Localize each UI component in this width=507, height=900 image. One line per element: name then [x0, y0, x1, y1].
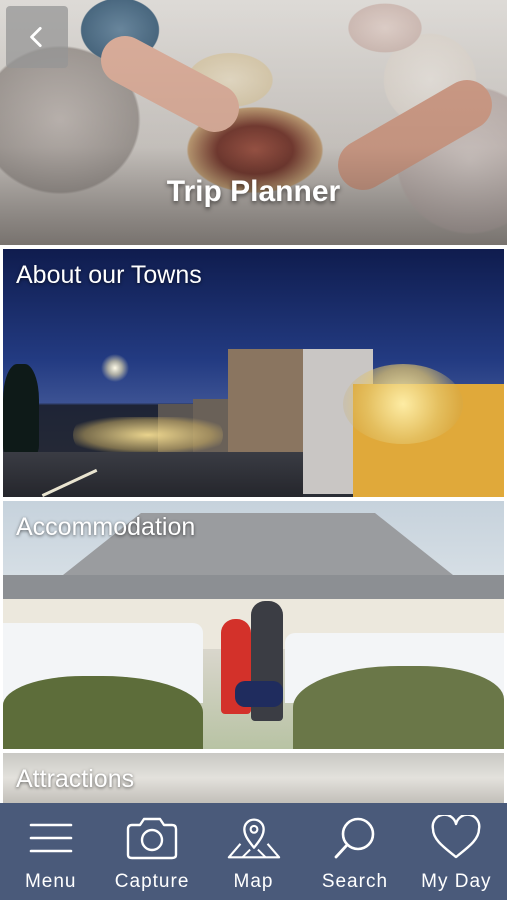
- tile-accommodation[interactable]: Accommodation: [3, 501, 504, 749]
- tile-photo-veranda-roof: [3, 575, 504, 599]
- tile-photo-tree: [3, 364, 39, 454]
- nav-label: Menu: [24, 871, 77, 892]
- page-title: Trip Planner: [166, 175, 341, 208]
- tile-attractions[interactable]: Attractions: [3, 753, 504, 803]
- chevron-left-icon: [30, 26, 42, 48]
- nav-item-my-day[interactable]: My Day: [406, 803, 507, 900]
- camera-icon: [123, 813, 181, 863]
- tile-photo-bush: [293, 666, 504, 749]
- nav-item-menu[interactable]: Menu: [0, 803, 101, 900]
- tile-label: Accommodation: [16, 513, 196, 541]
- bottom-nav: Menu Capture Map Search My Day: [0, 803, 507, 900]
- tile-photo-lights: [73, 417, 223, 453]
- tile-about-towns[interactable]: About our Towns: [3, 249, 504, 497]
- nav-label: Capture: [114, 871, 190, 892]
- nav-label: My Day: [421, 871, 492, 892]
- tile-photo-lit-tree: [343, 364, 463, 444]
- hamburger-menu-icon: [22, 813, 80, 863]
- nav-item-map[interactable]: Map: [203, 803, 304, 900]
- nav-item-capture[interactable]: Capture: [101, 803, 202, 900]
- heart-icon: [427, 813, 485, 863]
- tile-label: About our Towns: [16, 261, 202, 289]
- nav-item-search[interactable]: Search: [304, 803, 405, 900]
- tile-photo-bag: [235, 681, 283, 707]
- tile-photo-bush: [3, 676, 203, 749]
- map-pin-icon: [225, 813, 283, 863]
- tile-label: Attractions: [16, 765, 135, 793]
- hero-header: Trip Planner: [0, 0, 507, 245]
- nav-label: Search: [321, 871, 389, 892]
- nav-label: Map: [233, 871, 274, 892]
- search-icon: [326, 813, 384, 863]
- back-button[interactable]: [6, 6, 68, 68]
